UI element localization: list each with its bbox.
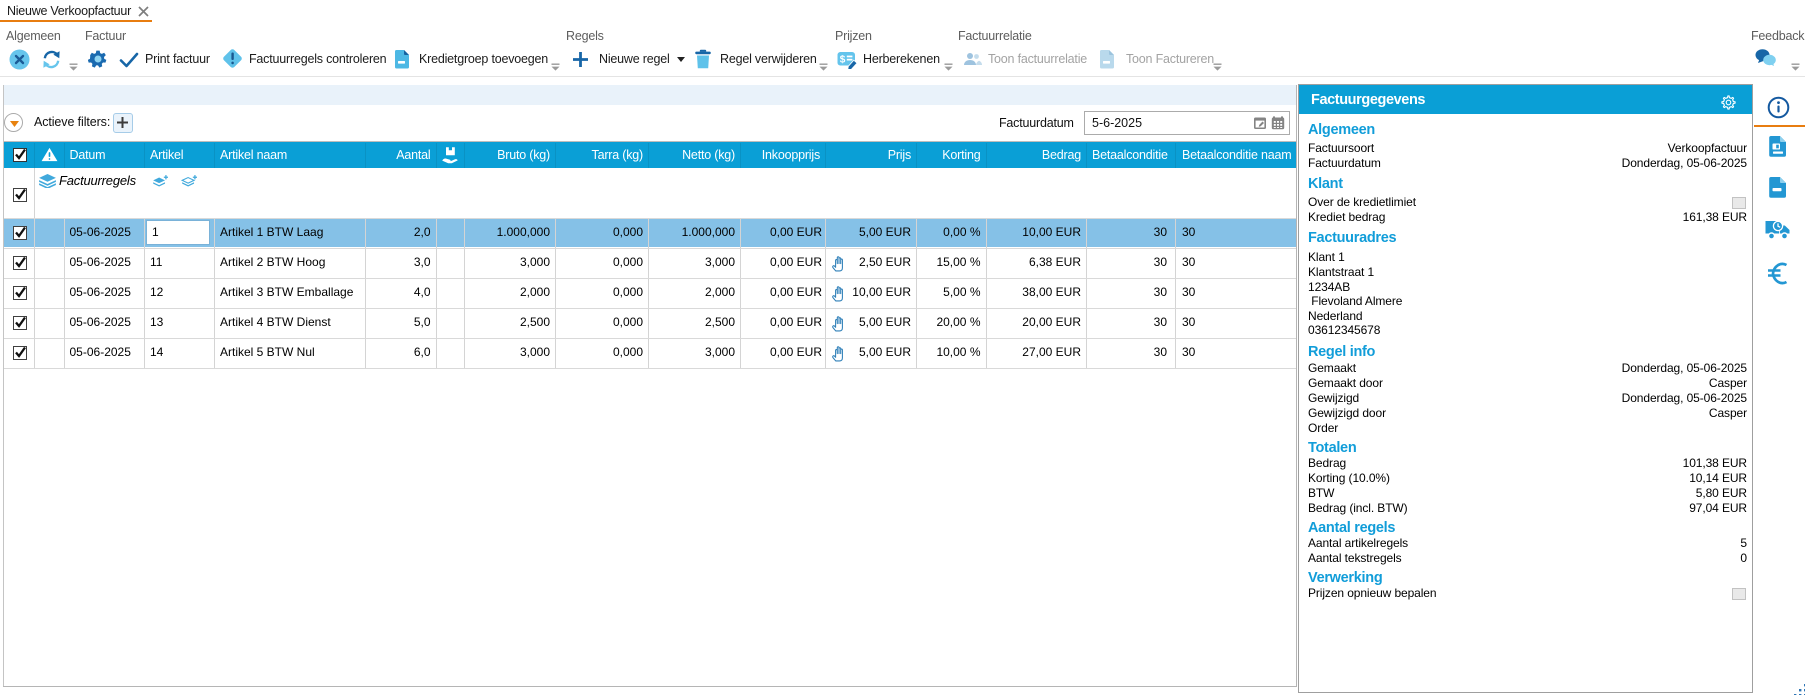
svg-text:$: $ [840,55,846,66]
